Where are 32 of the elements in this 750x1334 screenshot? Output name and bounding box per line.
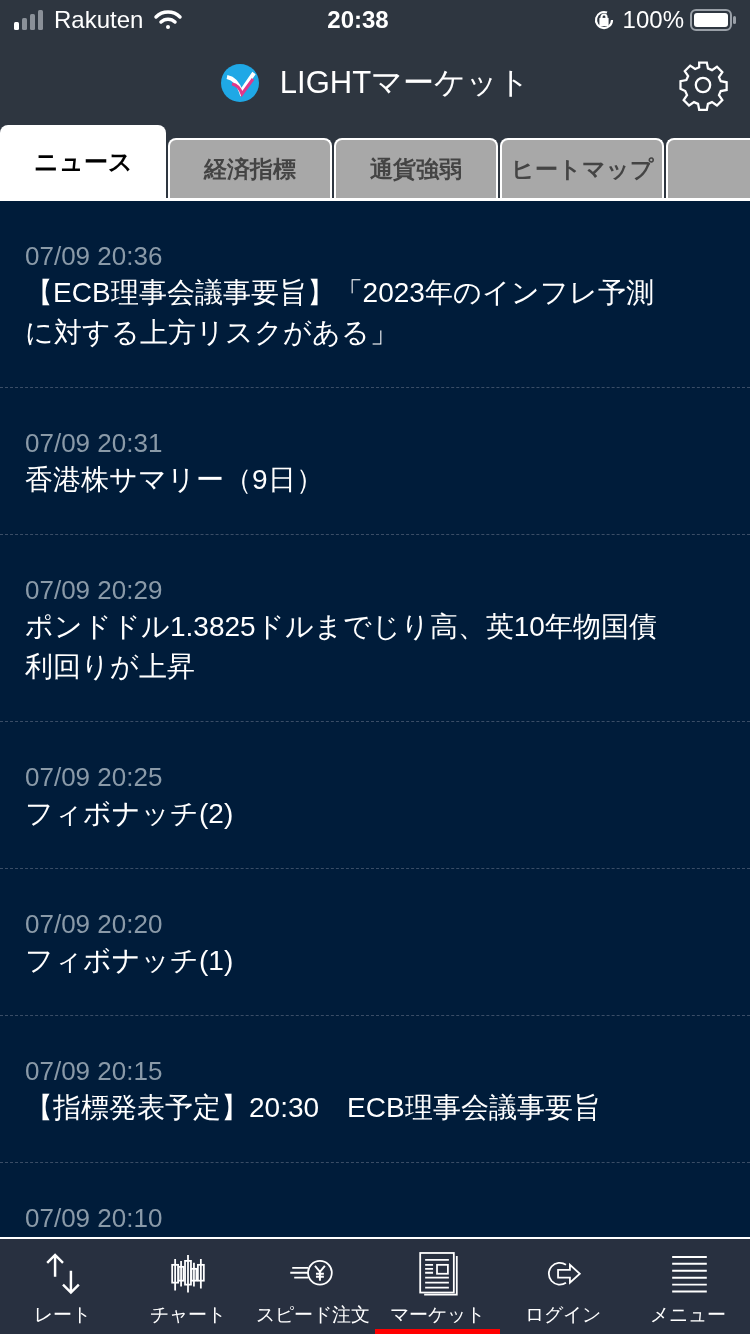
- news-time: 07/09 20:20: [25, 908, 164, 941]
- news-headline[interactable]: フィボナッチ(2): [25, 794, 725, 834]
- nav-item[interactable]: ログイン: [500, 1239, 625, 1334]
- news-time: 07/09 20:10: [25, 1202, 164, 1235]
- battery-percent: 100%: [622, 5, 684, 35]
- news-headline[interactable]: ポンドドル1.3825ドルまでじり高、英10年物国債利回りが上昇: [25, 607, 725, 687]
- news-time: 07/09 20:31: [25, 427, 164, 460]
- wifi-icon: [153, 9, 184, 31]
- battery-icon: [690, 9, 736, 31]
- nav-item[interactable]: チャート: [125, 1239, 250, 1334]
- nav-item[interactable]: メニュー: [625, 1239, 750, 1334]
- nav-item[interactable]: スピード注文: [250, 1239, 375, 1334]
- news-time: 07/09 20:29: [25, 574, 164, 607]
- clock-time: 20:38: [327, 5, 389, 35]
- rotation-lock-icon: [592, 9, 615, 31]
- app-logo: [219, 63, 260, 103]
- nav-item[interactable]: レート: [0, 1239, 125, 1334]
- news-time: 07/09 20:15: [25, 1055, 164, 1088]
- news-headline[interactable]: フィボナッチ(1): [25, 941, 725, 981]
- tab[interactable]: ヒートマップ: [500, 138, 664, 198]
- tab[interactable]: 通貨強弱: [334, 138, 498, 198]
- carrier-name: Rakuten: [54, 5, 144, 35]
- news-headline[interactable]: 【ECB理事会議事要旨】「2023年のインフレ予測に対する上方リスクがある」: [25, 273, 725, 353]
- nav-item[interactable]: マーケット: [375, 1239, 500, 1334]
- tab[interactable]: ニュース: [0, 125, 166, 198]
- settings-icon[interactable]: [676, 58, 730, 112]
- app-title: LIGHTマーケット: [279, 63, 531, 102]
- tab[interactable]: 経済指標: [168, 138, 332, 198]
- news-headline[interactable]: 【指標発表予定】20:30 ECB理事会議事要旨: [25, 1088, 725, 1128]
- news-time: 07/09 20:36: [25, 240, 164, 273]
- news-time: 07/09 20:25: [25, 761, 164, 794]
- news-headline[interactable]: 香港株サマリー（9日）: [25, 460, 725, 500]
